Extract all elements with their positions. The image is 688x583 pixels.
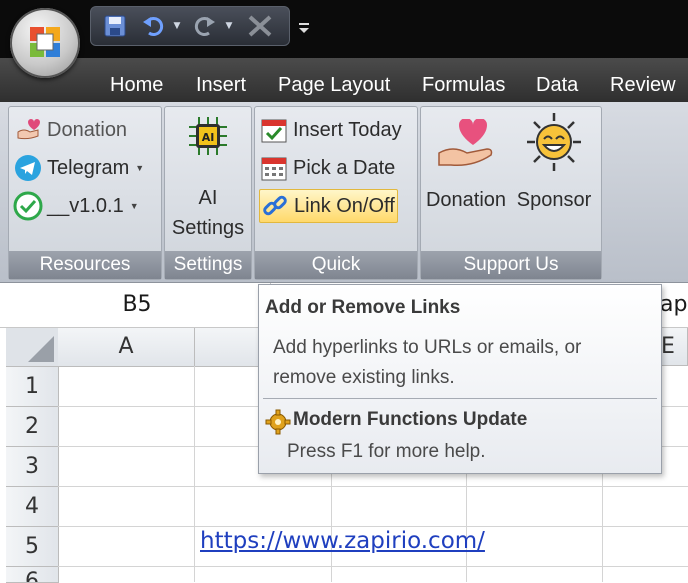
ai-chip-icon: AI [189,117,227,155]
donation-label: Donation [47,118,128,141]
smiling-sun-icon [527,113,581,171]
version-label: __v1.0.1 [47,194,124,217]
tooltip-title: Add or Remove Links [265,297,461,318]
sponsor-label: Sponsor [516,189,592,211]
checkmark-circle-icon [13,191,43,221]
grid-line [58,526,688,527]
row-header-3[interactable]: 3 [6,447,59,487]
tab-data[interactable]: Data [536,74,578,97]
insert-today-button[interactable]: Insert Today [259,115,402,145]
ai-settings-line1: AI [198,187,218,209]
cell-b5-hyperlink[interactable]: https://www.zapirio.com/ [200,528,485,554]
redo-icon[interactable] [191,11,219,41]
ribbon: Donation Telegram ▼ __v1.0.1 ▼ Resources [0,102,688,283]
tooltip-separator [263,398,657,399]
row-header-4[interactable]: 4 [6,487,59,527]
group-label-resources: Resources [9,251,161,279]
tooltip-help-hint: Press F1 for more help. [287,441,486,462]
link-toggle-button[interactable]: Link On/Off [259,189,398,223]
telegram-label: Telegram [47,156,130,179]
tab-home[interactable]: Home [110,74,163,97]
version-dropdown-icon: ▼ [129,201,139,211]
tooltip-description: Add hyperlinks to URLs or emails, or rem… [273,337,582,388]
ribbon-tabs: Home Insert Page Layout Formulas Data Re… [0,58,688,102]
sponsor-button[interactable]: Sponsor [511,107,597,247]
heart-hand-icon [438,119,493,167]
ai-settings-line2: Settings [171,217,245,239]
grid-line [194,366,195,582]
row-header-2[interactable]: 2 [6,407,59,447]
link-toggle-label: Link On/Off [294,194,395,217]
telegram-dropdown-icon: ▼ [135,163,145,173]
donation-button[interactable]: Donation [13,115,127,145]
office-logo-icon [30,27,60,57]
gear-help-icon [265,409,291,435]
redo-dropdown-icon[interactable]: ▼ [223,11,235,41]
group-label-quick: Quick [255,251,417,279]
telegram-icon [13,153,43,183]
telegram-button[interactable]: Telegram ▼ [13,153,144,183]
cut-icon[interactable] [243,11,277,41]
group-label-settings: Settings [165,251,251,279]
undo-icon[interactable] [139,11,167,41]
column-header-a[interactable]: A [58,328,195,367]
version-button[interactable]: __v1.0.1 ▼ [13,191,139,221]
customize-toolbar-icon[interactable] [298,20,310,34]
name-box[interactable]: B5 [4,283,271,327]
grid-line [58,486,688,487]
row-header-6[interactable]: 6 [6,567,59,583]
row-header-5[interactable]: 5 [6,527,59,567]
quick-access-toolbar: ▼ ▼ [90,6,290,46]
calendar-icon [259,153,289,183]
svg-text:AI: AI [202,131,215,144]
pick-date-label: Pick a Date [293,156,396,179]
save-icon[interactable] [101,11,129,41]
office-button[interactable] [10,8,80,78]
link-tooltip: Add or Remove Links Add hyperlinks to UR… [258,284,662,474]
tab-insert[interactable]: Insert [196,74,246,97]
select-all-corner[interactable] [6,328,59,367]
donation-large-label: Donation [425,189,507,211]
undo-dropdown-icon[interactable]: ▼ [171,11,183,41]
pick-date-button[interactable]: Pick a Date [259,153,395,183]
calendar-check-icon [259,115,289,145]
insert-today-label: Insert Today [293,118,402,141]
group-quick: Insert Today Pick a Date Link On/Off Qui… [254,106,418,280]
group-support-us: Donation Sponsor Support Us [420,106,602,280]
link-chain-icon [260,191,290,221]
group-resources: Donation Telegram ▼ __v1.0.1 ▼ Resources [8,106,162,280]
ai-settings-button[interactable]: AI AI Settings [165,107,251,247]
formula-value[interactable]: api [660,283,688,327]
group-label-support-us: Support Us [421,251,601,279]
donation-hand-icon [13,115,43,145]
row-header-1[interactable]: 1 [6,367,59,407]
tab-page-layout[interactable]: Page Layout [278,74,390,97]
tooltip-help-title: Modern Functions Update [293,409,528,430]
tab-formulas[interactable]: Formulas [422,74,505,97]
group-settings: AI AI Settings Settings [164,106,252,280]
donation-large-button[interactable]: Donation [423,107,509,247]
tab-review[interactable]: Review [610,74,676,97]
grid-line [58,566,688,567]
title-bar: ▼ ▼ [0,0,688,58]
